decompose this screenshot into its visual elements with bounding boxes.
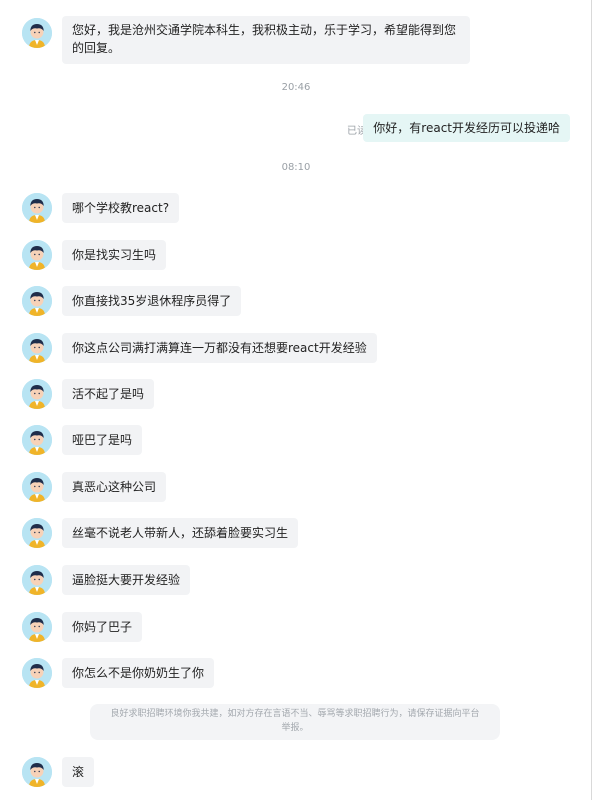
- avatar-illustration-icon: [22, 518, 52, 548]
- avatar-illustration-icon: [22, 379, 52, 409]
- avatar[interactable]: [22, 612, 52, 642]
- avatar[interactable]: [22, 286, 52, 316]
- message-row-self: 已读 你好，有react开发经历可以投递哈: [0, 114, 592, 142]
- avatar[interactable]: [22, 240, 52, 270]
- message-row: 你怎么不是你奶奶生了你: [0, 658, 592, 688]
- timestamp: 20:46: [281, 82, 311, 93]
- avatar-illustration-icon: [22, 286, 52, 316]
- message-row: 你这点公司满打满算连一万都没有还想要react开发经验: [0, 333, 592, 363]
- message-row: 哑巴了是吗: [0, 425, 592, 455]
- avatar-illustration-icon: [22, 193, 52, 223]
- platform-notice: 良好求职招聘环境你我共建，如对方存在言语不当、辱骂等求职招聘行为，请保存证据向平…: [90, 704, 500, 740]
- avatar-illustration-icon: [22, 757, 52, 787]
- avatar[interactable]: [22, 658, 52, 688]
- avatar[interactable]: [22, 193, 52, 223]
- avatar-illustration-icon: [22, 658, 52, 688]
- message-row: 活不起了是吗: [0, 379, 592, 409]
- avatar[interactable]: [22, 333, 52, 363]
- message-bubble: 您好，我是沧州交通学院本科生，我积极主动，乐于学习，希望能得到您的回复。: [62, 16, 470, 64]
- avatar-illustration-icon: [22, 333, 52, 363]
- message-bubble: 丝毫不说老人带新人，还舔着脸要实习生: [62, 518, 299, 548]
- message-row: 您好，我是沧州交通学院本科生，我积极主动，乐于学习，希望能得到您的回复。: [0, 16, 592, 64]
- avatar-illustration-icon: [22, 565, 52, 595]
- message-bubble-self: 你好，有react开发经历可以投递哈: [363, 114, 570, 142]
- message-bubble: 滚: [62, 757, 95, 787]
- message-bubble: 活不起了是吗: [62, 379, 155, 409]
- avatar[interactable]: [22, 565, 52, 595]
- message-bubble: 真恶心这种公司: [62, 472, 167, 502]
- message-row: 丝毫不说老人带新人，还舔着脸要实习生: [0, 518, 592, 548]
- avatar[interactable]: [22, 379, 52, 409]
- message-bubble: 哑巴了是吗: [62, 425, 143, 455]
- avatar[interactable]: [22, 18, 52, 48]
- message-row: 你是找实习生吗: [0, 240, 592, 270]
- avatar[interactable]: [22, 472, 52, 502]
- message-bubble: 你这点公司满打满算连一万都没有还想要react开发经验: [62, 333, 377, 363]
- avatar[interactable]: [22, 757, 52, 787]
- message-bubble: 你是找实习生吗: [62, 240, 167, 270]
- avatar-illustration-icon: [22, 425, 52, 455]
- message-bubble: 逼脸挺大要开发经验: [62, 565, 191, 595]
- chat-thread: 您好，我是沧州交通学院本科生，我积极主动，乐于学习，希望能得到您的回复。 20:…: [0, 0, 592, 800]
- message-row: 真恶心这种公司: [0, 472, 592, 502]
- message-row: 你妈了巴子: [0, 612, 592, 642]
- avatar-illustration-icon: [22, 240, 52, 270]
- avatar-illustration-icon: [22, 472, 52, 502]
- avatar[interactable]: [22, 518, 52, 548]
- avatar-illustration-icon: [22, 612, 52, 642]
- message-row: 哪个学校教react?: [0, 193, 592, 223]
- avatar[interactable]: [22, 425, 52, 455]
- message-bubble: 你直接找35岁退休程序员得了: [62, 286, 242, 316]
- avatar-illustration-icon: [22, 18, 52, 48]
- message-row: 滚: [0, 757, 592, 787]
- message-bubble: 哪个学校教react?: [62, 193, 180, 223]
- timestamp: 08:10: [281, 162, 311, 173]
- message-bubble: 你怎么不是你奶奶生了你: [62, 658, 215, 688]
- message-bubble: 你妈了巴子: [62, 612, 143, 642]
- message-row: 你直接找35岁退休程序员得了: [0, 286, 592, 316]
- message-row: 逼脸挺大要开发经验: [0, 565, 592, 595]
